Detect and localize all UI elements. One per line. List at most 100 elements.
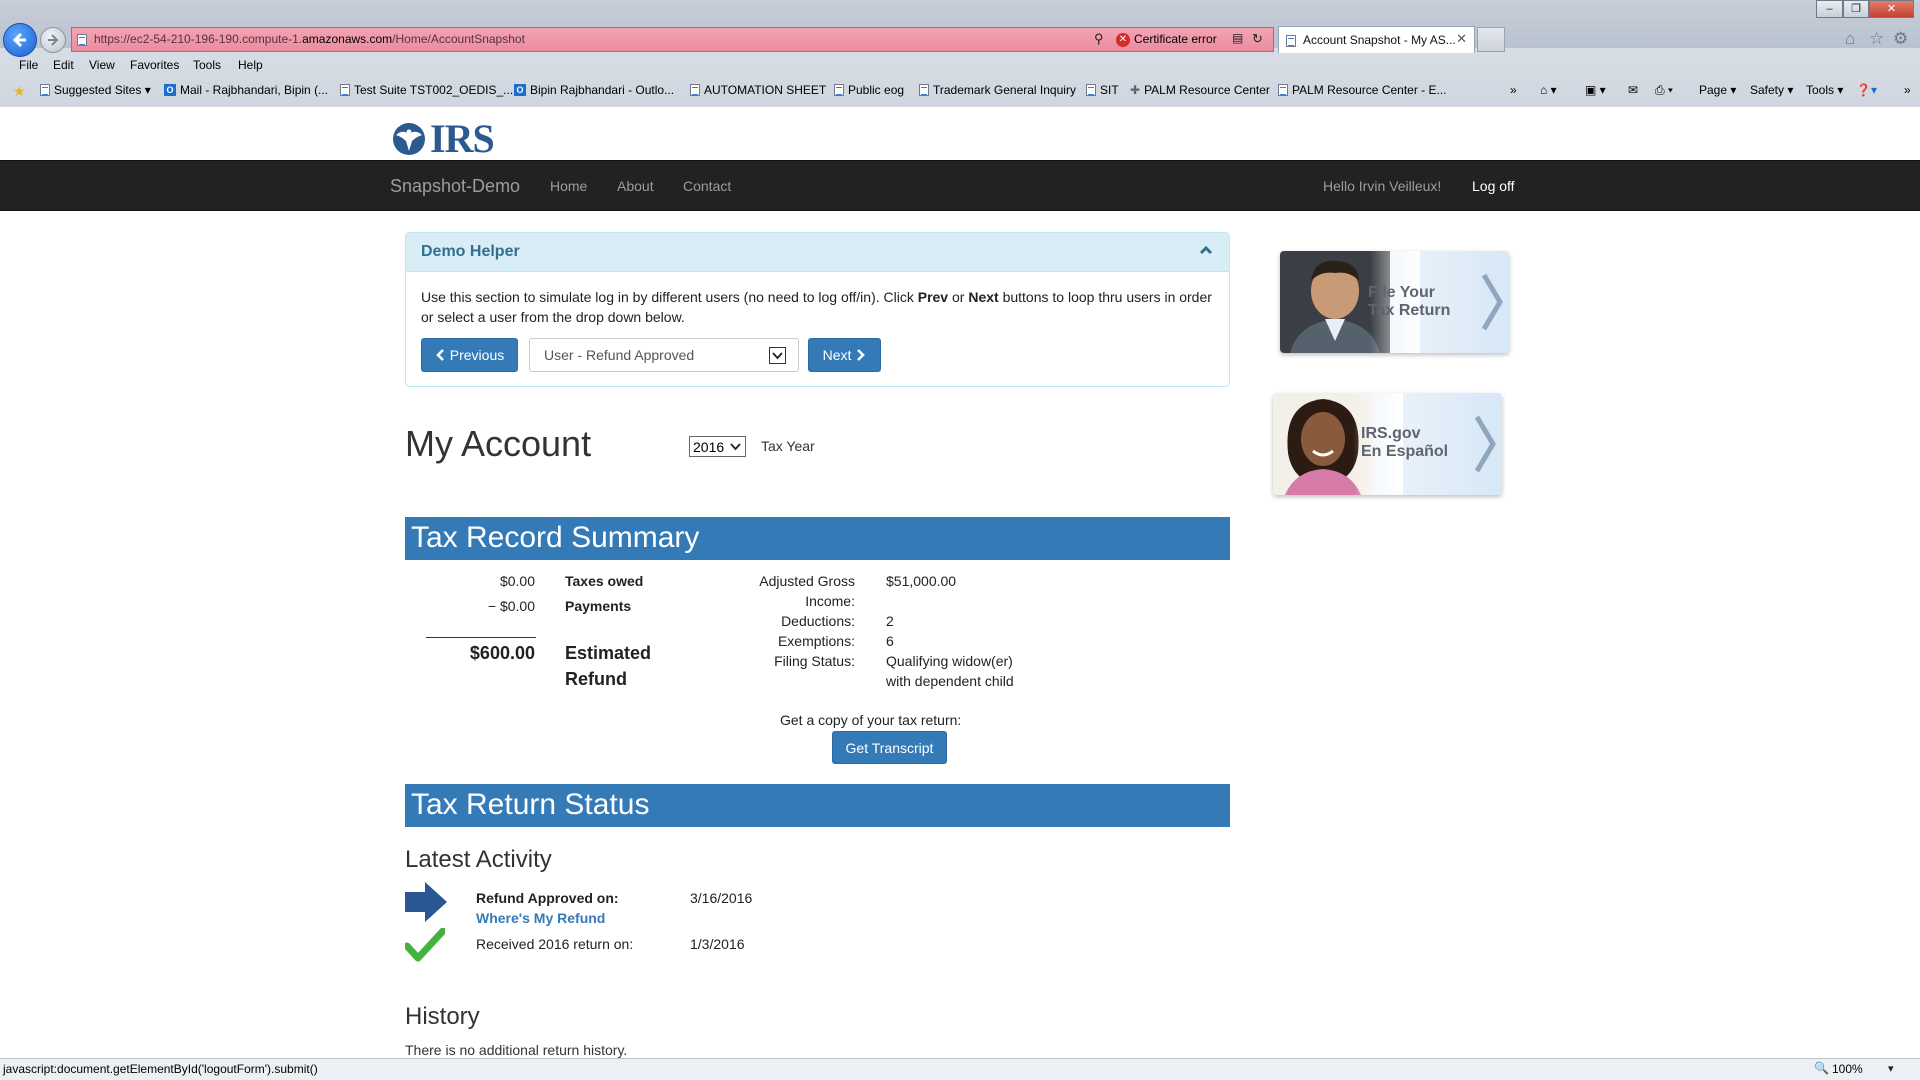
menu-favorites[interactable]: Favorites bbox=[130, 58, 179, 72]
latest-activity-heading: Latest Activity bbox=[405, 846, 552, 873]
address-bar[interactable]: https://ec2-54-210-196-190.compute-1.ama… bbox=[71, 27, 1274, 52]
tools-menu[interactable]: Tools ▾ bbox=[1806, 83, 1843, 97]
home-icon[interactable]: ⌂ bbox=[1845, 29, 1855, 49]
wheres-my-refund-link[interactable]: Where's My Refund bbox=[476, 910, 605, 926]
compatibility-icon[interactable]: ▤ bbox=[1232, 31, 1243, 45]
help-icon[interactable]: ❓▾ bbox=[1856, 83, 1877, 97]
chevron-right-icon bbox=[857, 349, 866, 361]
refund-approved-label: Refund Approved on: bbox=[476, 890, 619, 906]
fav-test-suite[interactable]: Test Suite TST002_OEDIS_... bbox=[340, 83, 513, 97]
menu-tools[interactable]: Tools bbox=[193, 58, 221, 72]
irs-logo[interactable]: IRS bbox=[390, 115, 495, 162]
page-icon bbox=[1278, 84, 1288, 96]
status-bar: javascript:document.getElementById('logo… bbox=[0, 1058, 1920, 1080]
file-your-tax-return-banner[interactable]: File Your Tax Return bbox=[1280, 251, 1509, 353]
overflow-chevron-icon[interactable]: » bbox=[1510, 83, 1517, 97]
menu-bar: File Edit View Favorites Tools Help bbox=[0, 55, 1920, 77]
outlook-icon: O bbox=[514, 84, 526, 96]
user-greeting[interactable]: Hello Irvin Veilleux! bbox=[1323, 178, 1441, 194]
forward-button[interactable] bbox=[40, 27, 66, 53]
page-menu[interactable]: Page ▾ bbox=[1699, 83, 1736, 97]
logoff-link[interactable]: Log off bbox=[1472, 178, 1515, 194]
minimize-button[interactable]: – bbox=[1816, 0, 1843, 18]
refund-approved-date: 3/16/2016 bbox=[690, 890, 753, 906]
fav-public-eog[interactable]: Public eog bbox=[834, 83, 904, 97]
right-arrow-icon bbox=[405, 882, 447, 922]
menu-view[interactable]: View bbox=[89, 58, 115, 72]
get-transcript-button[interactable]: Get Transcript bbox=[832, 731, 947, 764]
demo-helper-header[interactable]: Demo Helper bbox=[406, 233, 1229, 272]
menu-help[interactable]: Help bbox=[238, 58, 263, 72]
irs-logo-text: IRS bbox=[430, 116, 495, 161]
url-text[interactable]: https://ec2-54-210-196-190.compute-1.ama… bbox=[94, 32, 525, 46]
window-close-button[interactable]: ✕ bbox=[1869, 0, 1914, 18]
dropdown-arrow-icon bbox=[769, 347, 786, 364]
espanol-ad-line1: IRS.gov bbox=[1361, 425, 1421, 442]
payments-label: Payments bbox=[565, 598, 632, 614]
page-icon bbox=[919, 84, 929, 96]
tab-close-icon[interactable]: ✕ bbox=[1456, 31, 1467, 47]
tax-year-select[interactable]: 2016 bbox=[689, 436, 746, 457]
previous-button[interactable]: Previous bbox=[421, 338, 518, 372]
search-icon[interactable]: ⚲ bbox=[1094, 31, 1104, 47]
zoom-level[interactable]: 100% bbox=[1832, 1062, 1863, 1076]
sum-divider bbox=[426, 637, 536, 638]
next-label: Next bbox=[822, 347, 852, 363]
refresh-icon[interactable]: ↻ bbox=[1252, 31, 1263, 47]
nav-contact[interactable]: Contact bbox=[683, 178, 731, 194]
safety-menu[interactable]: Safety ▾ bbox=[1750, 83, 1793, 97]
user-select-value: User - Refund Approved bbox=[544, 347, 695, 363]
print-icon[interactable]: ⎙ ▾ bbox=[1655, 83, 1673, 98]
fav-outlook[interactable]: O Bipin Rajbhandari - Outlo... bbox=[514, 83, 674, 97]
tab-account-snapshot[interactable]: Account Snapshot - My AS... ✕ bbox=[1278, 26, 1475, 53]
previous-label: Previous bbox=[449, 347, 505, 363]
back-arrow-icon bbox=[12, 32, 26, 48]
mail-icon[interactable]: ✉ bbox=[1628, 83, 1638, 97]
fav-label: Suggested Sites ▾ bbox=[54, 83, 151, 97]
favorites-star-icon[interactable]: ★ bbox=[13, 83, 26, 100]
settings-gear-icon[interactable]: ⚙ bbox=[1893, 29, 1908, 49]
toolbar-overflow-icon[interactable]: » bbox=[1904, 83, 1911, 97]
deductions-label: Deductions: bbox=[781, 613, 855, 629]
brand-link[interactable]: Snapshot-Demo bbox=[390, 176, 520, 197]
fav-label: Test Suite TST002_OEDIS_... bbox=[354, 83, 514, 97]
demo-helper-title: Demo Helper bbox=[421, 243, 520, 260]
chevron-up-icon[interactable] bbox=[1199, 243, 1213, 257]
demo-helper-text: Use this section to simulate log in by d… bbox=[421, 287, 1221, 327]
feeds-icon[interactable]: ▣ ▾ bbox=[1585, 83, 1606, 97]
zoom-icon[interactable]: 🔍 bbox=[1814, 1061, 1829, 1075]
tab-title: Account Snapshot - My AS... bbox=[1303, 33, 1456, 47]
user-select-dropdown[interactable]: User - Refund Approved bbox=[529, 338, 799, 372]
deductions-value: 2 bbox=[886, 613, 894, 629]
back-button[interactable] bbox=[3, 23, 37, 57]
received-return-label: Received 2016 return on: bbox=[476, 936, 634, 952]
fav-palm-e[interactable]: PALM Resource Center - E... bbox=[1278, 83, 1447, 97]
fav-palm[interactable]: ✚ PALM Resource Center bbox=[1130, 83, 1270, 97]
zoom-dropdown-icon[interactable]: ▾ bbox=[1888, 1062, 1894, 1075]
next-button[interactable]: Next bbox=[808, 338, 881, 372]
palm-icon: ✚ bbox=[1130, 83, 1141, 97]
helper-text-part: Use this section to simulate log in by d… bbox=[421, 289, 918, 305]
menu-edit[interactable]: Edit bbox=[53, 58, 74, 72]
new-tab-button[interactable] bbox=[1477, 27, 1505, 52]
maximize-button[interactable]: ❐ bbox=[1843, 0, 1869, 18]
demo-helper-panel: Demo Helper Use this section to simulate… bbox=[405, 232, 1230, 387]
fav-trademark[interactable]: Trademark General Inquiry bbox=[919, 83, 1076, 97]
tax-year-label: Tax Year bbox=[761, 438, 815, 454]
favorites-star-icon[interactable]: ☆ bbox=[1869, 29, 1884, 49]
home-toolbar-icon[interactable]: ⌂ ▾ bbox=[1540, 83, 1557, 97]
fav-sit[interactable]: SIT bbox=[1086, 83, 1119, 97]
fav-label: PALM Resource Center bbox=[1144, 83, 1270, 97]
nav-about[interactable]: About bbox=[617, 178, 654, 194]
menu-file[interactable]: File bbox=[19, 58, 38, 72]
irs-en-espanol-banner[interactable]: IRS.gov En Español bbox=[1273, 393, 1502, 495]
certificate-error-label[interactable]: Certificate error bbox=[1134, 32, 1217, 46]
favorites-bar: ★ Suggested Sites ▾ O Mail - Rajbhandari,… bbox=[0, 79, 1920, 103]
fav-mail[interactable]: O Mail - Rajbhandari, Bipin (... bbox=[164, 83, 328, 97]
page-icon bbox=[834, 84, 844, 96]
agi-label-line2: Income: bbox=[805, 593, 855, 609]
nav-home[interactable]: Home bbox=[550, 178, 587, 194]
fav-automation-sheet[interactable]: AUTOMATION SHEET bbox=[690, 83, 826, 97]
agi-label-line1: Adjusted Gross bbox=[759, 573, 855, 589]
fav-suggested-sites[interactable]: Suggested Sites ▾ bbox=[40, 83, 151, 97]
